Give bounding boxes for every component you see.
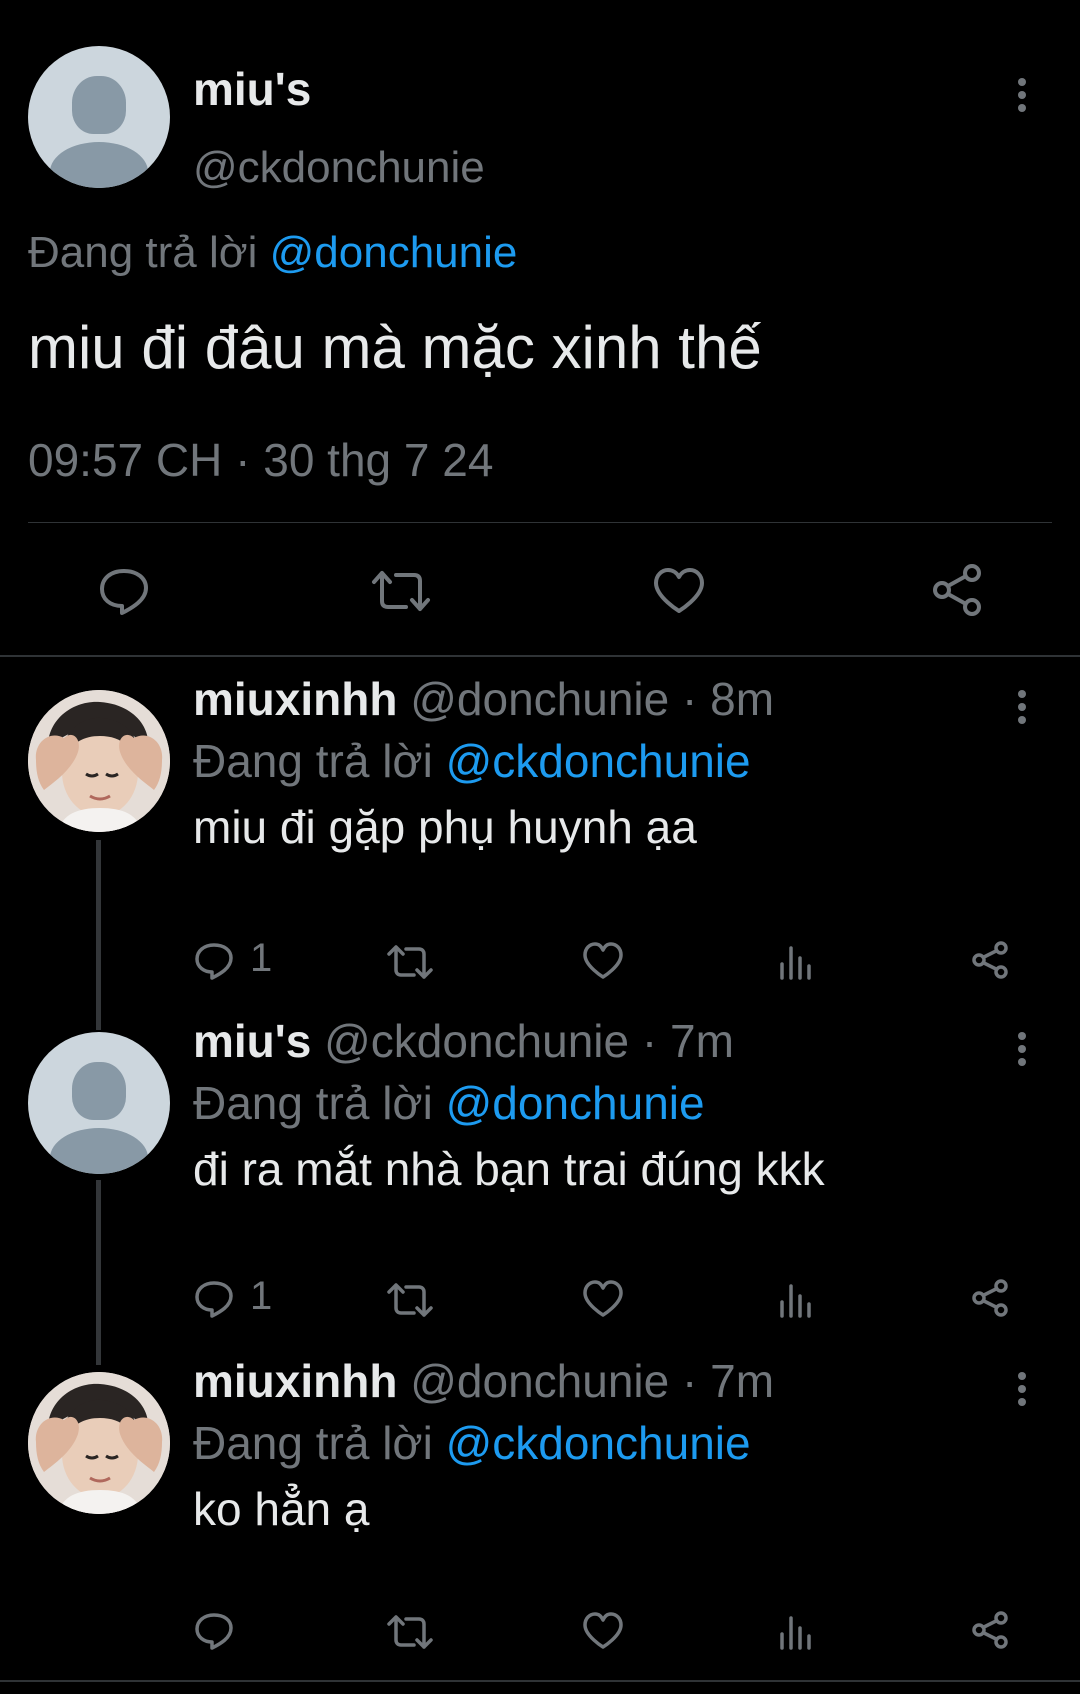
replying-to: Đang trả lời @ckdonchunie — [193, 1416, 751, 1470]
views-icon[interactable] — [778, 1282, 814, 1318]
divider — [0, 655, 1080, 657]
replying-prefix: Đang trả lời — [193, 1077, 433, 1129]
display-name[interactable]: miuxinhh — [193, 1355, 397, 1407]
avatar[interactable] — [28, 46, 170, 188]
replying-prefix: Đang trả lời — [28, 228, 258, 277]
tweet-time[interactable]: 09:57 CH — [28, 434, 222, 486]
meta-separator: · — [682, 1355, 698, 1407]
user-handle[interactable]: @ckdonchunie — [193, 143, 485, 193]
avatar[interactable] — [28, 690, 170, 832]
retweet-icon[interactable] — [386, 1614, 434, 1650]
tweet-age[interactable]: 7m — [710, 1355, 774, 1407]
meta-separator: · — [222, 434, 264, 486]
tweet-text: ko hẳn ạ — [193, 1483, 370, 1535]
display-name[interactable]: miu's — [193, 1015, 311, 1067]
retweet-icon[interactable] — [370, 569, 432, 613]
tweet-actions — [0, 555, 1080, 625]
user-handle[interactable]: @donchunie — [410, 673, 669, 725]
meta-separator: · — [641, 1015, 658, 1067]
reply-icon[interactable] — [194, 1280, 234, 1318]
reply-count: 1 — [250, 1274, 273, 1318]
more-options-icon[interactable] — [1012, 78, 1032, 112]
tweet-timestamp: 09:57 CH · 30 thg 7 24 — [28, 433, 493, 487]
divider — [0, 1680, 1080, 1682]
reply-header: miuxinhh @donchunie · 7m — [193, 1354, 774, 1408]
mention-link[interactable]: @ckdonchunie — [446, 1417, 751, 1469]
tweet-text: đi ra mắt nhà bạn trai đúng kkk — [193, 1143, 825, 1195]
reply-tweet[interactable]: miuxinhh @donchunie · 8m Đang trả lời @c… — [0, 673, 1080, 1010]
tweet-age[interactable]: 7m — [670, 1015, 734, 1067]
views-icon[interactable] — [778, 944, 814, 980]
reply-header: miuxinhh @donchunie · 8m — [193, 672, 774, 726]
default-avatar-body — [50, 142, 148, 188]
retweet-icon[interactable] — [386, 944, 434, 980]
replying-to: Đang trả lời @donchunie — [193, 1076, 705, 1130]
tweet-text: miu đi đâu mà mặc xinh thế — [28, 314, 762, 381]
display-name[interactable]: miuxinhh — [193, 673, 397, 725]
share-icon[interactable] — [930, 563, 984, 617]
views-icon[interactable] — [778, 1614, 814, 1650]
share-icon[interactable] — [970, 1610, 1010, 1650]
avatar[interactable] — [28, 1032, 170, 1174]
share-icon[interactable] — [970, 940, 1010, 980]
like-icon[interactable] — [582, 942, 624, 980]
reply-icon[interactable] — [194, 1612, 234, 1650]
mention-link[interactable]: @donchunie — [270, 228, 518, 277]
like-icon[interactable] — [582, 1612, 624, 1650]
like-icon[interactable] — [582, 1280, 624, 1318]
tweet-date[interactable]: 30 thg 7 24 — [263, 434, 493, 486]
default-avatar-head — [72, 76, 126, 134]
reply-tweet[interactable]: miuxinhh @donchunie · 7m Đang trả lời @c… — [0, 1355, 1080, 1672]
reply-icon[interactable] — [98, 567, 150, 615]
user-handle[interactable]: @ckdonchunie — [324, 1015, 629, 1067]
default-avatar-head — [72, 1062, 126, 1120]
divider — [28, 522, 1052, 523]
user-handle[interactable]: @donchunie — [410, 1355, 669, 1407]
reply-tweet[interactable]: miu's @ckdonchunie · 7m Đang trả lời @do… — [0, 1015, 1080, 1352]
replying-to: Đang trả lời @ckdonchunie — [193, 734, 751, 788]
tweet-age[interactable]: 8m — [710, 673, 774, 725]
display-name[interactable]: miu's — [193, 62, 311, 116]
reply-count: 1 — [250, 936, 273, 980]
mention-link[interactable]: @ckdonchunie — [446, 735, 751, 787]
avatar[interactable] — [28, 1372, 170, 1514]
meta-separator: · — [682, 673, 698, 725]
more-options-icon[interactable] — [1012, 1032, 1032, 1066]
default-avatar-body — [50, 1128, 148, 1174]
more-options-icon[interactable] — [1012, 1372, 1032, 1406]
main-tweet: miu's @ckdonchunie Đang trả lời @donchun… — [0, 0, 1080, 655]
share-icon[interactable] — [970, 1278, 1010, 1318]
reply-header: miu's @ckdonchunie · 7m — [193, 1014, 734, 1068]
reply-icon[interactable] — [194, 942, 234, 980]
replying-prefix: Đang trả lời — [193, 735, 433, 787]
mention-link[interactable]: @donchunie — [446, 1077, 705, 1129]
more-options-icon[interactable] — [1012, 690, 1032, 724]
replying-to: Đang trả lời @donchunie — [28, 228, 517, 278]
tweet-text: miu đi gặp phụ huynh ạa — [193, 801, 697, 853]
retweet-icon[interactable] — [386, 1282, 434, 1318]
replying-prefix: Đang trả lời — [193, 1417, 433, 1469]
like-icon[interactable] — [652, 567, 706, 615]
